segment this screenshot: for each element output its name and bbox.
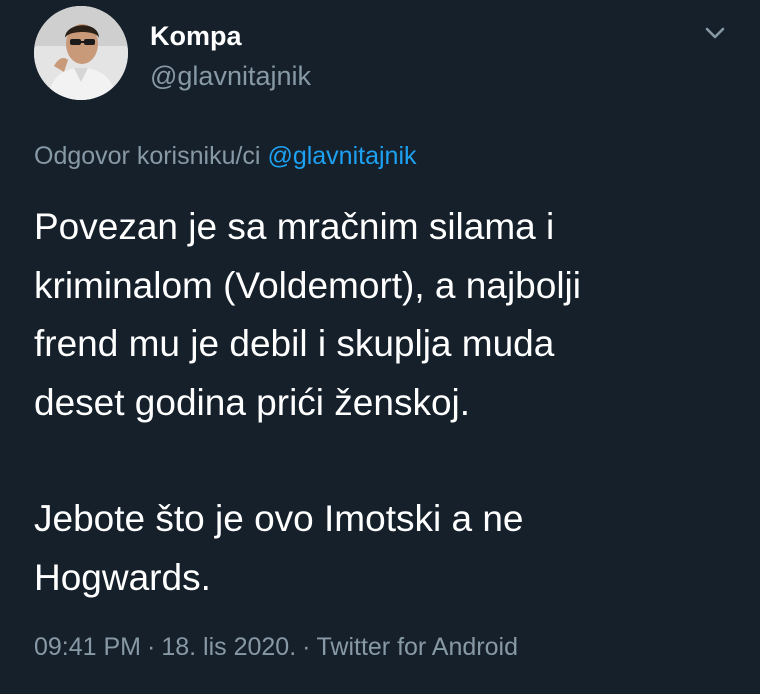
avatar-photo-icon xyxy=(34,6,128,100)
tweet-body-line: Hogwards. xyxy=(34,556,211,598)
tweet-meta: 09:41 PM · 18. lis 2020. · Twitter for Andro… xyxy=(34,630,518,664)
tweet-body-line: Povezan je sa mračnim silama i xyxy=(34,206,555,247)
reply-context: Odgovor korisniku/ci @glavnitajnik xyxy=(34,140,417,172)
tweet-body-line: kriminalom (Voldemort), a najbolji xyxy=(34,264,581,306)
tweet-time[interactable]: 09:41 PM xyxy=(34,633,141,661)
tweet-body-line: frend mu je debil i skuplja muda xyxy=(34,323,555,364)
author-handle[interactable]: @glavnitajnik xyxy=(150,60,311,92)
tweet-date[interactable]: 18. lis 2020. xyxy=(161,633,296,661)
reply-prefix: Odgovor korisniku/ci xyxy=(34,142,261,170)
meta-separator: · xyxy=(147,633,156,661)
tweet: Kompa @glavnitajnik Odgovor korisniku/ci… xyxy=(0,0,760,694)
tweet-source-link[interactable]: Twitter for Android xyxy=(317,633,518,661)
meta-separator: · xyxy=(302,633,311,661)
avatar[interactable] xyxy=(34,6,128,100)
author-display-name[interactable]: Kompa xyxy=(150,20,242,52)
chevron-down-icon xyxy=(705,27,725,39)
tweet-menu-button[interactable] xyxy=(700,22,730,44)
tweet-body: Povezan je sa mračnim silama i kriminalo… xyxy=(34,198,734,607)
tweet-body-line: deset godina prići ženskoj. xyxy=(34,381,471,423)
tweet-body-line: Jebote što je ovo Imotski a ne xyxy=(34,498,524,539)
reply-mention-link[interactable]: @glavnitajnik xyxy=(267,142,416,170)
